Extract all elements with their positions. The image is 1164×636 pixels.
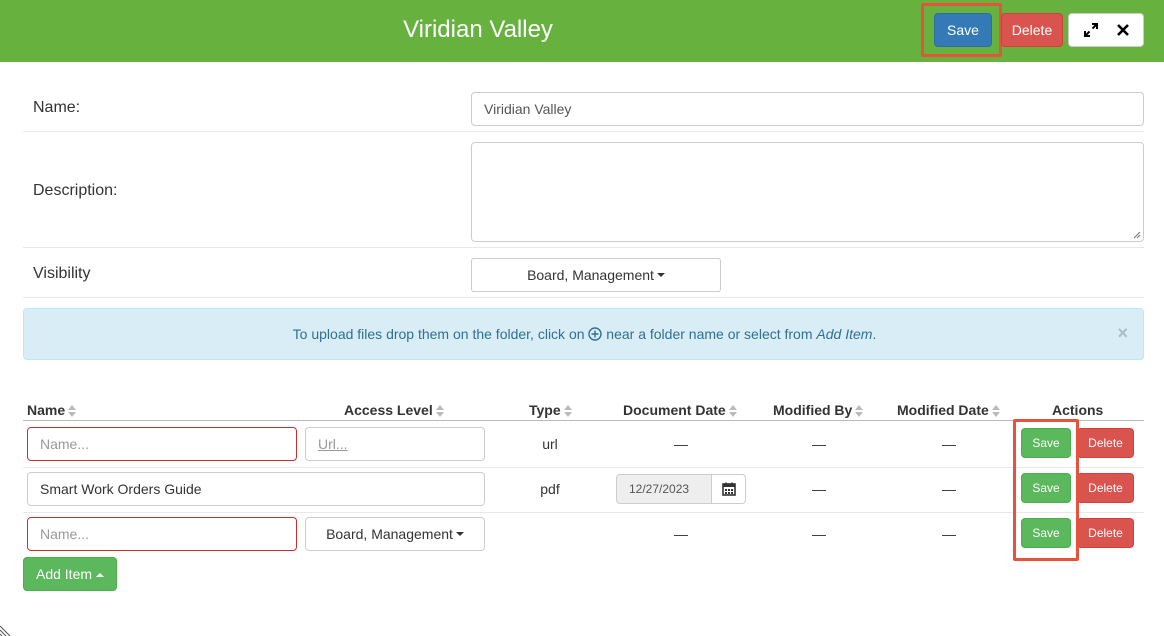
col-header-modified-by-label: Modified By: [773, 402, 853, 418]
row1-modified-date: —: [942, 436, 956, 452]
row3-access-level-value: Board, Management: [326, 526, 453, 542]
caret-up-icon: [96, 573, 105, 578]
col-header-document-date-label: Document Date: [623, 402, 726, 418]
row1-type: url: [542, 436, 558, 452]
row3-save-button[interactable]: Save: [1021, 518, 1071, 548]
row1-url-placeholder: Url...: [318, 436, 348, 452]
resize-grip-icon[interactable]: [0, 624, 12, 636]
alert-close-button[interactable]: ×: [1117, 323, 1128, 344]
row2-modified-date: —: [942, 481, 956, 497]
visibility-value: Board, Management: [527, 267, 654, 283]
row2-calendar-button[interactable]: [711, 474, 746, 504]
header-delete-button[interactable]: Delete: [1001, 13, 1063, 47]
row3-access-level-dropdown[interactable]: Board, Management: [305, 517, 485, 551]
row2-name-value: Smart Work Orders Guide: [40, 481, 202, 497]
col-header-document-date[interactable]: Document Date: [623, 402, 737, 418]
table-row-divider: [23, 512, 1144, 513]
description-field[interactable]: [471, 142, 1144, 242]
row1-name-placeholder: Name...: [40, 436, 90, 452]
row3-document-date: —: [674, 526, 688, 542]
sort-icon: [855, 405, 864, 418]
row1-url-input[interactable]: Url...: [305, 427, 485, 461]
sort-icon: [68, 405, 77, 418]
col-header-modified-date[interactable]: Modified Date: [897, 402, 1000, 418]
table-header-divider: [23, 420, 1144, 421]
col-header-actions-label: Actions: [1052, 402, 1104, 418]
alert-text-after: near a folder name or select from: [606, 326, 813, 342]
row2-save-button[interactable]: Save: [1021, 473, 1071, 503]
col-header-access-level[interactable]: Access Level: [344, 402, 444, 418]
caret-down-icon: [455, 532, 464, 536]
visibility-label: Visibility: [33, 265, 91, 282]
sort-icon: [728, 405, 737, 418]
row2-delete-button[interactable]: Delete: [1077, 473, 1134, 503]
name-label: Name:: [33, 99, 81, 116]
name-field-value: Viridian Valley: [484, 101, 572, 117]
row1-document-date: —: [674, 436, 688, 452]
add-circle-icon: [588, 327, 603, 344]
divider: [23, 131, 1144, 132]
sort-icon: [563, 405, 572, 418]
add-item-button[interactable]: Add Item: [23, 557, 117, 591]
name-field[interactable]: Viridian Valley: [471, 92, 1144, 126]
visibility-dropdown[interactable]: Board, Management: [471, 258, 721, 292]
row1-save-button[interactable]: Save: [1021, 428, 1071, 458]
header-save-button[interactable]: Save: [934, 13, 992, 47]
col-header-access-level-label: Access Level: [344, 402, 433, 418]
upload-info-alert: To upload files drop them on the folder,…: [23, 308, 1144, 360]
row1-modified-by: —: [812, 436, 826, 452]
caret-down-icon: [656, 273, 665, 277]
alert-add-item-ref: Add Item: [816, 326, 873, 342]
row2-name-input[interactable]: Smart Work Orders Guide: [27, 472, 485, 506]
col-header-actions: Actions: [1052, 402, 1103, 418]
row2-document-date-input[interactable]: 12/27/2023: [616, 474, 712, 504]
col-header-name[interactable]: Name: [27, 402, 77, 418]
sort-icon: [435, 405, 444, 418]
row1-delete-button[interactable]: Delete: [1077, 428, 1134, 458]
col-header-modified-date-label: Modified Date: [897, 402, 989, 418]
alert-message: To upload files drop them on the folder,…: [24, 326, 1145, 344]
row3-delete-button[interactable]: Delete: [1077, 518, 1134, 548]
col-header-modified-by[interactable]: Modified By: [773, 402, 864, 418]
calendar-icon: [722, 482, 736, 496]
row3-name-placeholder: Name...: [40, 526, 90, 542]
table-row-divider: [23, 467, 1144, 468]
divider: [23, 247, 1144, 248]
row2-modified-by: —: [812, 481, 826, 497]
window-controls: [1068, 13, 1144, 47]
col-header-name-label: Name: [27, 402, 66, 418]
resize-handle-icon[interactable]: [1133, 231, 1141, 239]
alert-text-before: To upload files drop them on the folder,…: [292, 326, 585, 342]
header-bar: Viridian Valley Save Delete: [0, 0, 1164, 62]
page-title: Viridian Valley: [403, 16, 553, 43]
row3-modified-by: —: [812, 526, 826, 542]
row1-name-input[interactable]: Name...: [27, 427, 297, 461]
row3-name-input[interactable]: Name...: [27, 517, 297, 551]
col-header-type-label: Type: [529, 402, 561, 418]
add-item-label: Add Item: [35, 566, 93, 582]
sort-icon: [991, 405, 1000, 418]
expand-icon[interactable]: [1083, 22, 1099, 38]
description-label: Description:: [33, 182, 118, 199]
row2-document-date-value: 12/27/2023: [629, 482, 690, 496]
close-icon[interactable]: [1115, 22, 1131, 38]
divider: [23, 297, 1144, 298]
row2-type: pdf: [540, 481, 560, 497]
alert-text-end: .: [872, 326, 877, 342]
col-header-type[interactable]: Type: [529, 402, 572, 418]
row3-modified-date: —: [942, 526, 956, 542]
